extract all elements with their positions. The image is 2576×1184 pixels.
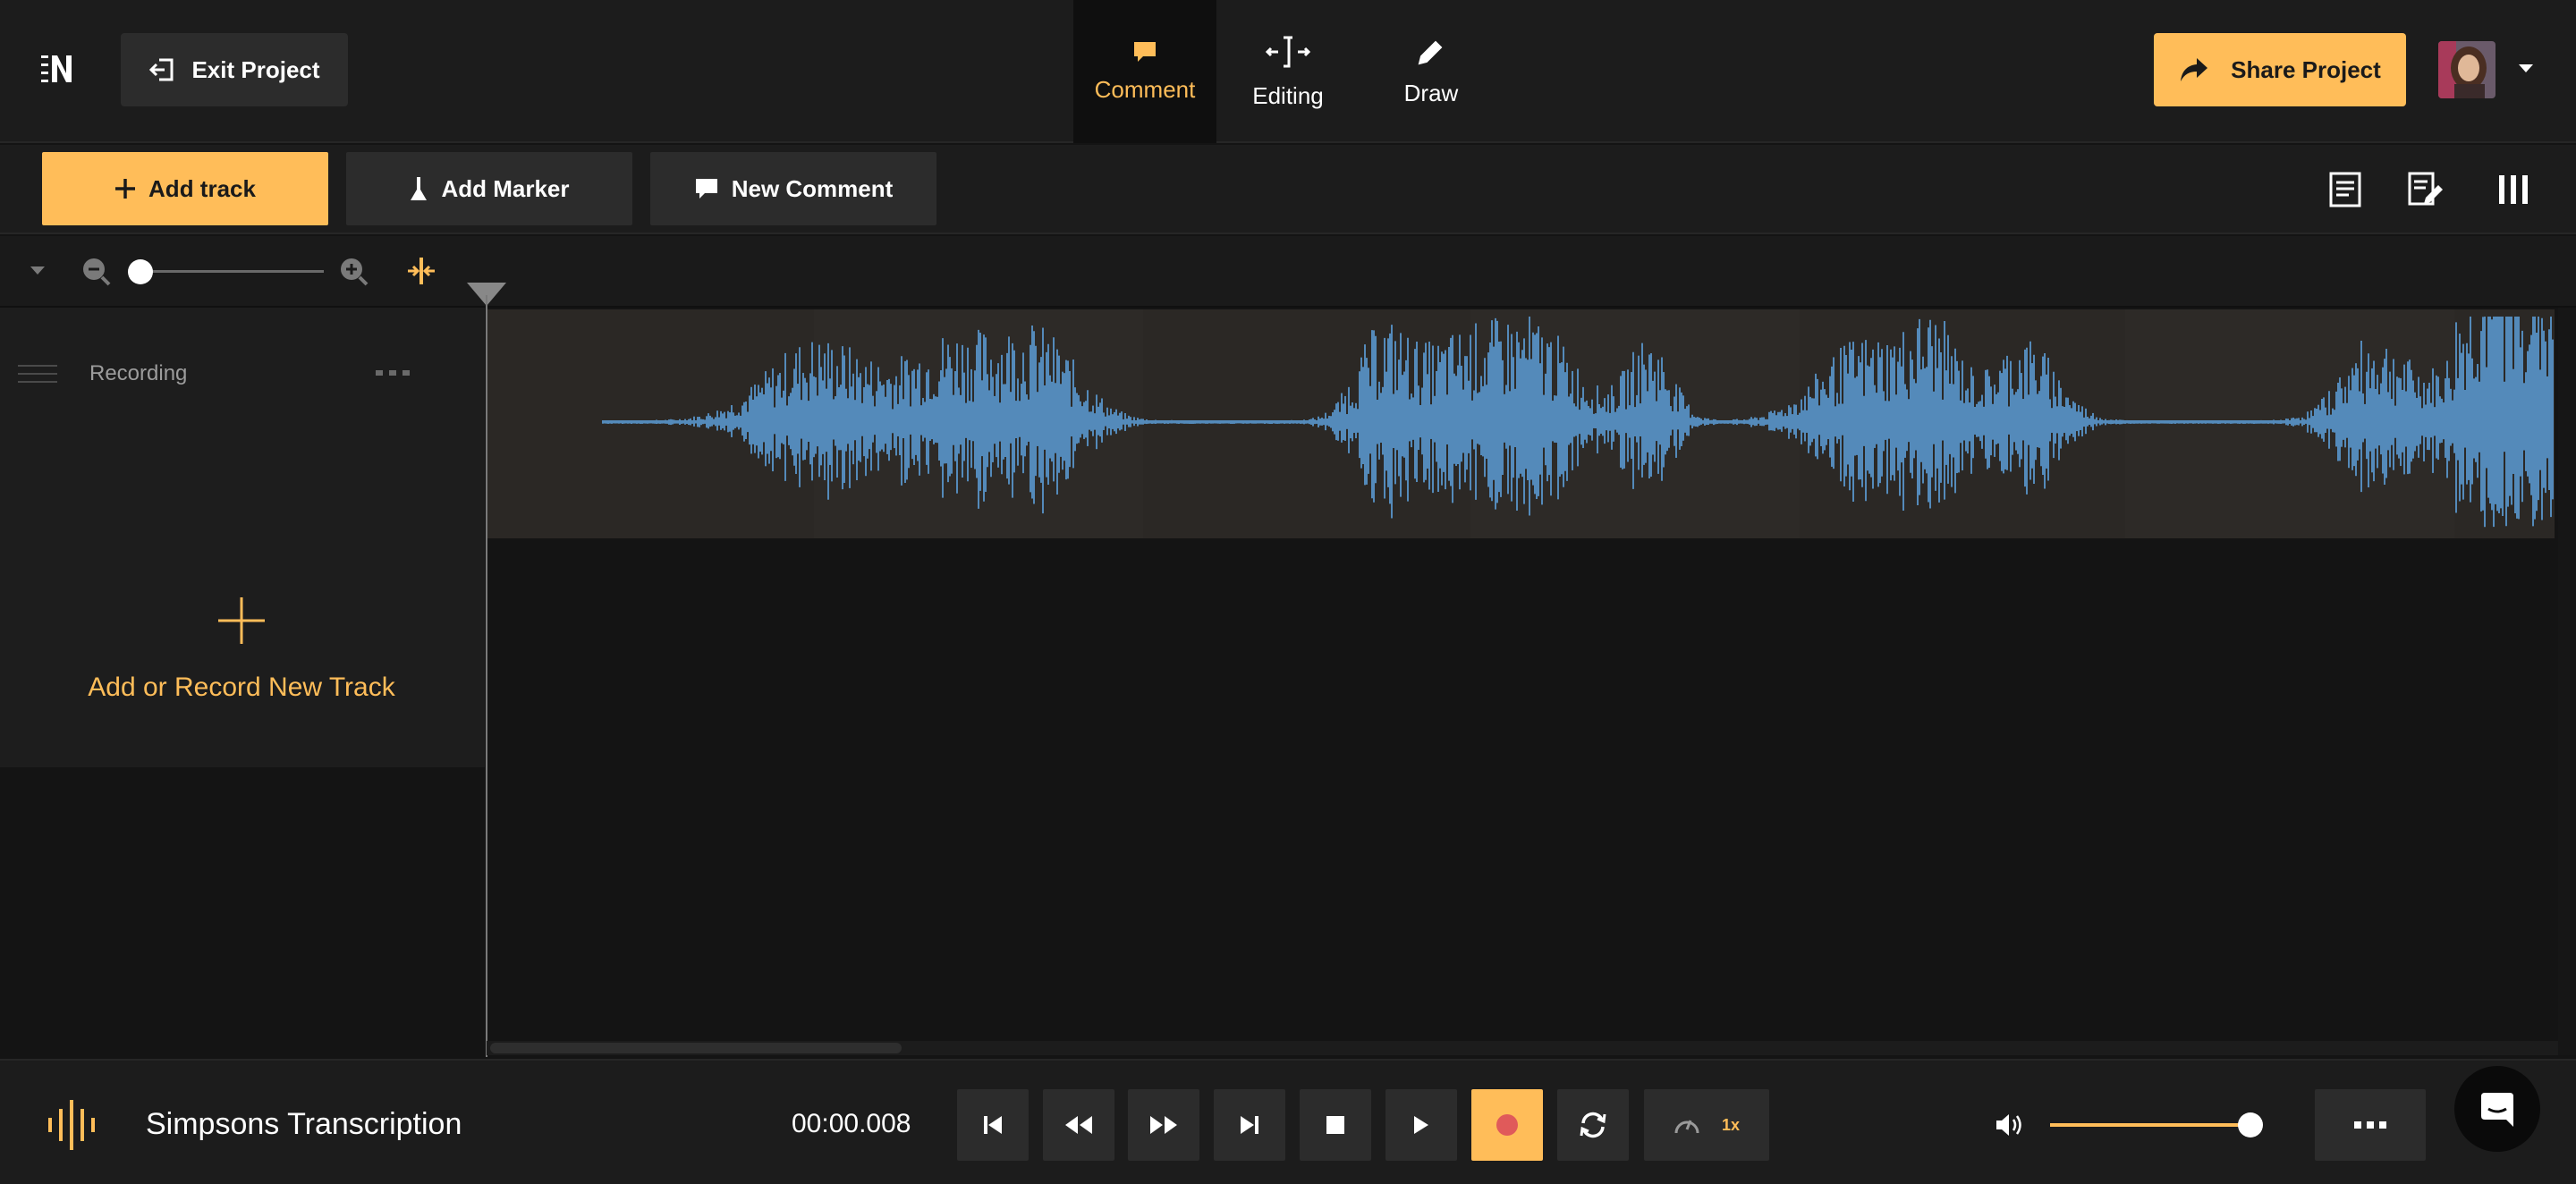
loop-button[interactable] [1557,1089,1629,1161]
add-marker-button[interactable]: Add Marker [346,152,632,225]
exit-project-button[interactable]: Exit Project [121,33,348,106]
playhead[interactable] [486,295,487,1057]
record-button[interactable] [1471,1089,1543,1161]
audio-clip[interactable] [487,309,2555,538]
tab-editing-label: Editing [1252,81,1324,109]
split-edit-icon [1266,34,1310,70]
share-project-button[interactable]: Share Project [2154,33,2406,106]
share-icon [2179,56,2209,83]
tab-draw[interactable]: Draw [1360,0,1503,143]
add-marker-label: Add Marker [441,174,570,202]
zoom-slider[interactable] [131,270,324,273]
chat-support-button[interactable] [2454,1066,2540,1152]
track-menu-icon[interactable] [376,368,410,377]
tab-draw-label: Draw [1403,79,1459,106]
add-record-track-button[interactable]: Add or Record New Track [0,672,483,703]
playback-speed-button[interactable]: 1x [1644,1089,1769,1161]
pencil-icon [1416,37,1446,67]
play-button[interactable] [1385,1089,1457,1161]
plus-icon [114,178,136,199]
more-options-button[interactable] [2315,1089,2426,1161]
stop-button[interactable] [1300,1089,1371,1161]
play-icon [1412,1114,1430,1136]
zoom-out-icon[interactable] [80,256,111,286]
waveform [602,309,2554,538]
track-name[interactable]: Recording [89,361,187,386]
skip-to-end-icon [1239,1114,1260,1136]
project-title: Simpsons Transcription [146,1107,462,1141]
loop-icon [1578,1110,1608,1140]
audio-bars-icon [47,1098,102,1152]
fast-forward-button[interactable] [1128,1089,1199,1161]
chat-icon [2478,1089,2517,1129]
speed-gauge-icon [1674,1113,1700,1137]
avatar[interactable] [2438,41,2496,98]
share-project-label: Share Project [2231,55,2381,83]
add-track-label: Add track [148,174,256,202]
exit-project-label: Exit Project [191,55,320,83]
add-track-button[interactable]: Add track [42,152,328,225]
volume-slider-handle[interactable] [2238,1112,2263,1137]
volume-icon[interactable] [1995,1112,2023,1137]
skip-to-end-button[interactable] [1214,1089,1285,1161]
zoom-slider-handle[interactable] [127,259,153,284]
rewind-icon [1063,1114,1094,1136]
volume-slider[interactable] [2050,1123,2250,1127]
more-horizontal-icon [2354,1121,2386,1129]
volume-slider-fill [2050,1123,2250,1127]
caret-down-icon[interactable] [2519,63,2533,73]
app-logo-icon[interactable] [39,50,79,89]
tab-comment[interactable]: Comment [1073,0,1216,143]
horizontal-scrollbar-thumb[interactable] [490,1043,902,1053]
stop-icon [1326,1116,1344,1134]
comment-icon [694,177,719,200]
tab-editing[interactable]: Editing [1216,0,1360,143]
comment-icon [1132,40,1157,63]
edit-notes-icon[interactable] [2406,170,2445,209]
speed-label: 1x [1721,1115,1741,1134]
record-icon [1496,1113,1519,1137]
transcript-icon[interactable] [2326,170,2365,209]
skip-to-start-icon [982,1114,1004,1136]
marker-icon [409,175,428,202]
collapse-caret-icon[interactable] [30,265,45,275]
new-comment-button[interactable]: New Comment [650,152,936,225]
columns-icon[interactable] [2494,170,2533,209]
zoom-in-icon[interactable] [338,256,369,286]
new-comment-label: New Comment [731,174,894,202]
drag-handle-icon[interactable] [18,363,57,385]
plus-icon[interactable] [218,597,265,644]
fast-forward-icon [1148,1114,1179,1136]
skip-to-start-button[interactable] [957,1089,1029,1161]
fit-timeline-icon[interactable] [406,256,436,286]
exit-icon [148,56,175,83]
rewind-button[interactable] [1043,1089,1114,1161]
tab-comment-label: Comment [1094,75,1196,103]
vertical-scrollbar[interactable] [2558,308,2576,1055]
timecode: 00:00.008 [792,1109,911,1138]
toolbar: Add track Add Marker New Comment [0,145,2576,234]
zoom-bar [0,236,2576,308]
